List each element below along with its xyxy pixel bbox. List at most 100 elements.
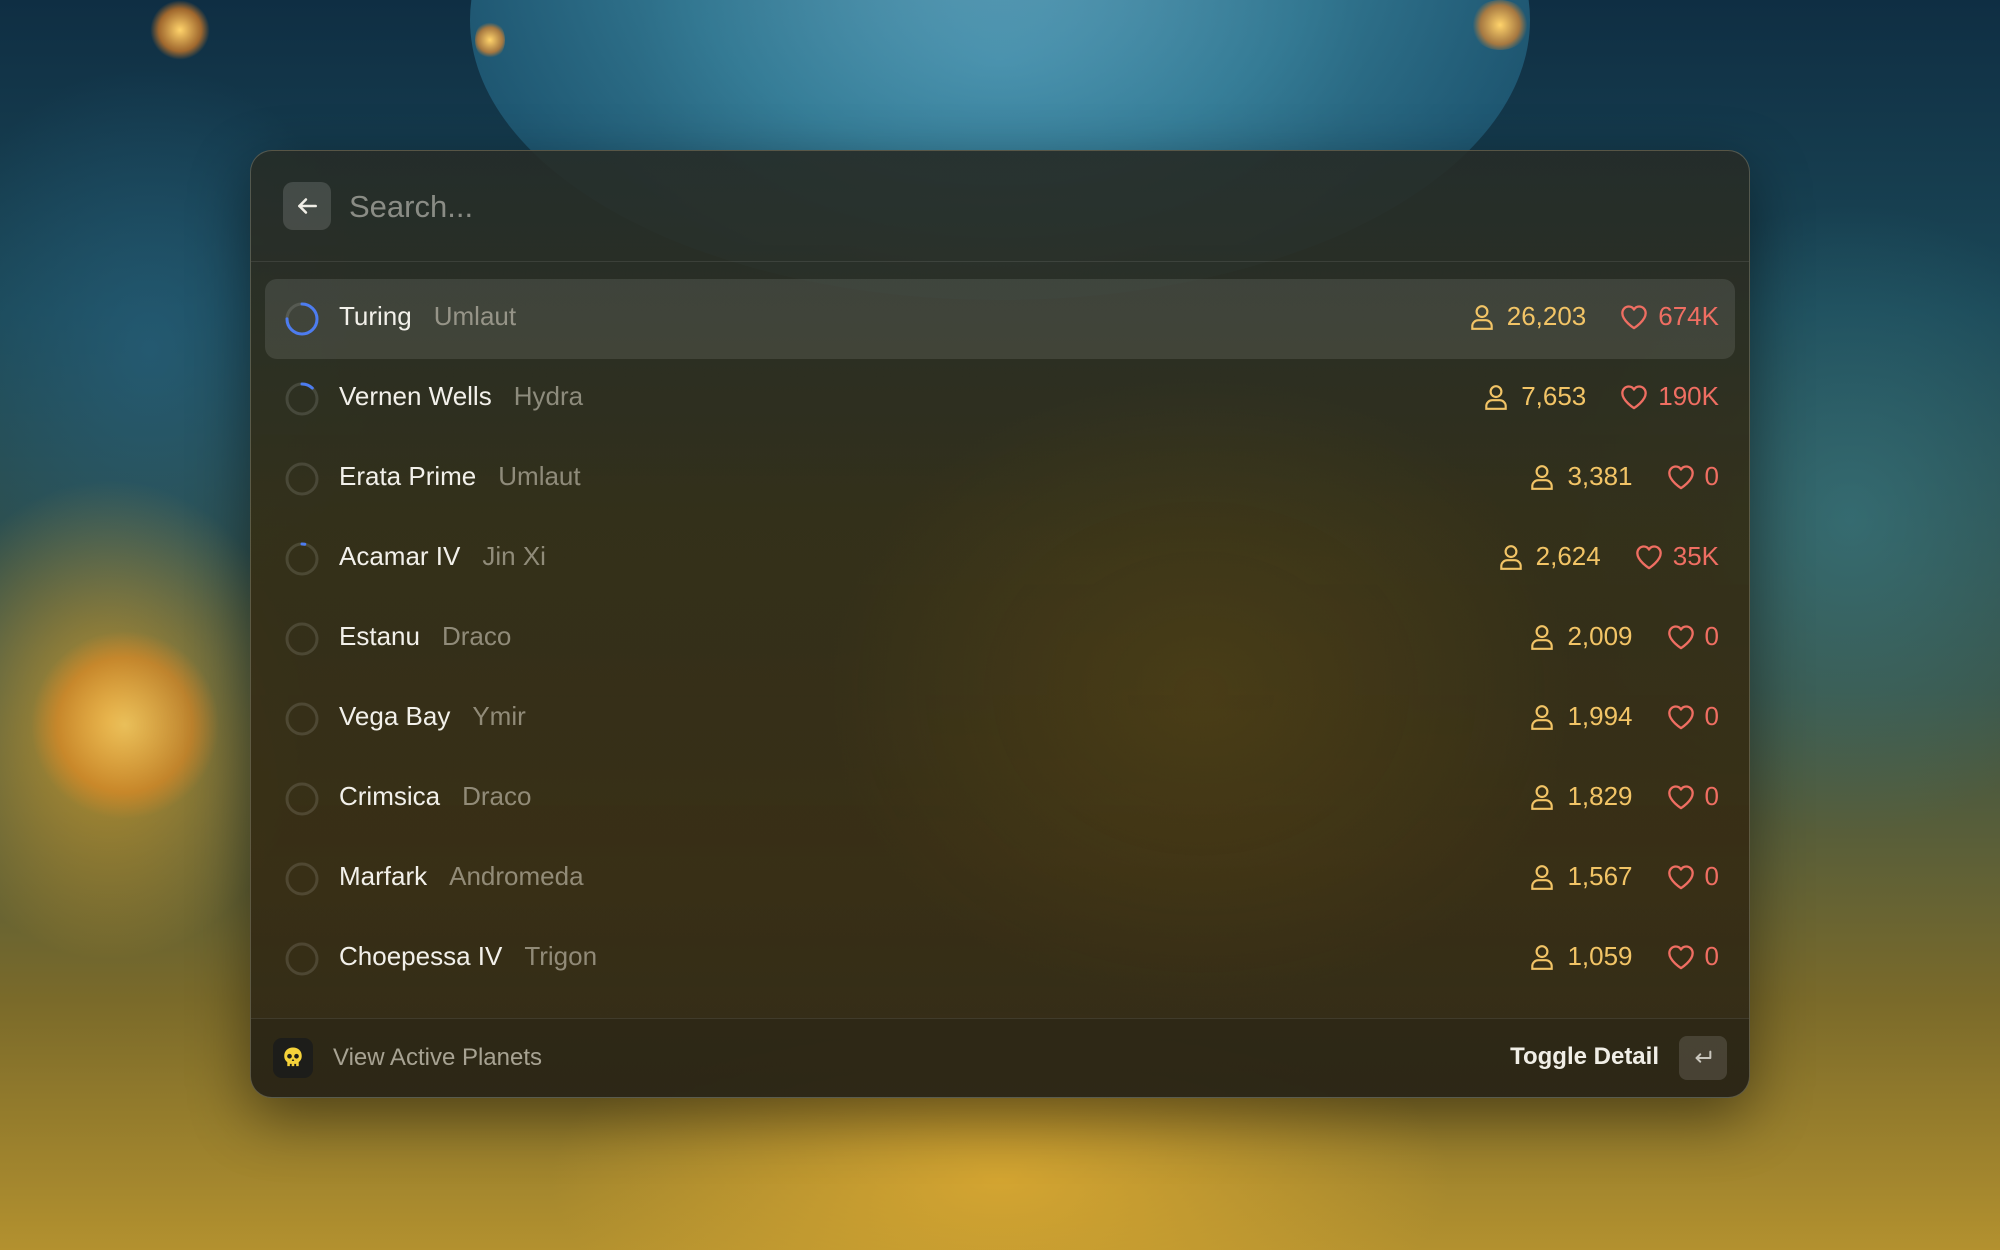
planet-stats: 26,203 674K [1469, 301, 1719, 332]
return-key-icon[interactable] [1679, 1036, 1727, 1080]
heart-icon [1667, 704, 1694, 729]
planet-sector: Jin Xi [482, 541, 546, 571]
heart-icon [1667, 784, 1694, 809]
planet-health: 0 [1667, 781, 1719, 812]
planet-health: 0 [1667, 941, 1719, 972]
planet-sector: Umlaut [433, 301, 517, 331]
background-ember [30, 630, 220, 820]
user-icon [1531, 464, 1554, 490]
user-icon [1531, 944, 1554, 970]
planet-row[interactable]: Marfark Andromeda 1,567 0 [265, 839, 1735, 919]
player-count-value: 2,009 [1567, 621, 1633, 651]
planet-row[interactable]: Turing Umlaut 26,203 674K [265, 279, 1735, 359]
planet-row[interactable]: Estanu Draco 2,009 0 [265, 599, 1735, 679]
planet-list: Turing Umlaut 26,203 674K Vernen Wells Hydra 7… [265, 279, 1735, 999]
planet-sector: Draco [462, 781, 532, 811]
planet-sector: Draco [441, 621, 512, 651]
liberation-progress-icon [285, 942, 319, 976]
user-icon [1531, 864, 1554, 890]
liberation-progress-icon [285, 782, 319, 816]
planet-name: Turing [339, 301, 412, 331]
planet-sector: Hydra [513, 381, 584, 411]
user-icon [1499, 544, 1522, 570]
player-count-value: 1,994 [1567, 701, 1633, 731]
planet-title: Acamar IV Jin Xi [339, 541, 546, 572]
planet-health: 0 [1667, 621, 1719, 652]
planet-row[interactable]: Vernen Wells Hydra 7,653 190K [265, 359, 1735, 439]
planet-name: Marfark [339, 861, 428, 891]
planet-stats: 7,653 190K [1483, 381, 1719, 412]
planet-health-value: 674K [1658, 301, 1719, 331]
player-count: 1,994 [1529, 701, 1633, 732]
player-count-value: 1,829 [1567, 781, 1633, 811]
back-button[interactable] [283, 182, 331, 230]
planet-title: Choepessa IV Trigon [339, 941, 597, 972]
planet-title: Erata Prime Umlaut [339, 461, 581, 492]
planet-sector: Ymir [472, 701, 526, 731]
user-icon [1470, 304, 1493, 330]
planet-sector: Trigon [524, 941, 598, 971]
player-count-value: 1,059 [1567, 941, 1633, 971]
search-input[interactable] [347, 181, 1651, 233]
player-count: 1,059 [1529, 941, 1633, 972]
player-count: 26,203 [1469, 301, 1587, 332]
planet-health: 0 [1667, 861, 1719, 892]
planet-stats: 1,567 0 [1529, 861, 1719, 892]
planet-row[interactable]: Acamar IV Jin Xi 2,624 35K [265, 519, 1735, 599]
planet-stats: 3,381 0 [1529, 461, 1719, 492]
player-count: 2,009 [1529, 621, 1633, 652]
command-title: View Active Planets [333, 1044, 543, 1071]
background-ember [150, 0, 210, 60]
planet-health: 0 [1667, 461, 1719, 492]
user-icon [1531, 784, 1554, 810]
heart-icon [1667, 944, 1694, 969]
planet-stats: 1,994 0 [1529, 701, 1719, 732]
heart-icon [1667, 464, 1694, 489]
player-count: 3,381 [1529, 461, 1633, 492]
planet-stats: 2,009 0 [1529, 621, 1719, 652]
planet-health-value: 0 [1704, 461, 1719, 491]
user-icon [1485, 384, 1507, 410]
user-icon [1531, 624, 1554, 650]
planet-name: Vernen Wells [339, 381, 492, 411]
heart-icon [1621, 384, 1648, 409]
planet-title: Marfark Andromeda [339, 861, 584, 892]
planet-stats: 1,829 0 [1529, 781, 1719, 812]
toggle-detail-action[interactable]: Toggle Detail [1510, 1043, 1659, 1071]
liberation-progress-icon [285, 462, 319, 496]
planet-row[interactable]: Crimsica Draco 1,829 0 [265, 759, 1735, 839]
planet-name: Vega Bay [339, 701, 451, 731]
planet-row[interactable]: Choepessa IV Trigon 1,059 0 [265, 919, 1735, 999]
planet-name: Estanu [339, 621, 420, 651]
heart-icon [1621, 304, 1648, 329]
user-icon [1531, 704, 1554, 730]
player-count-value: 26,203 [1506, 301, 1587, 331]
planet-row[interactable]: Vega Bay Ymir 1,994 0 [265, 679, 1735, 759]
search-bar [251, 151, 1749, 262]
planet-title: Turing Umlaut [339, 301, 516, 332]
player-count-value: 3,381 [1567, 461, 1633, 491]
planet-health: 35K [1635, 541, 1719, 572]
planet-name: Choepessa IV [339, 941, 503, 971]
liberation-progress-icon [285, 382, 319, 416]
planet-health-value: 190K [1658, 381, 1719, 411]
heart-icon [1667, 624, 1694, 649]
planet-health-value: 35K [1672, 541, 1719, 571]
heart-icon [1667, 864, 1694, 889]
planet-health-value: 0 [1704, 941, 1719, 971]
player-count: 2,624 [1498, 541, 1601, 572]
liberation-progress-icon [285, 302, 319, 336]
player-count-value: 2,624 [1535, 541, 1601, 571]
background-ember [1470, 0, 1530, 50]
planet-health: 0 [1667, 701, 1719, 732]
planet-row[interactable]: Erata Prime Umlaut 3,381 0 [265, 439, 1735, 519]
planet-stats: 2,624 35K [1498, 541, 1719, 572]
planet-health-value: 0 [1704, 781, 1719, 811]
player-count: 1,829 [1529, 781, 1633, 812]
planet-sector: Andromeda [449, 861, 584, 891]
command-palette-window: Turing Umlaut 26,203 674K Vernen Wells Hydra 7… [250, 150, 1750, 1098]
action-bar: View Active Planets Toggle Detail [251, 1018, 1749, 1097]
planet-health: 190K [1620, 381, 1719, 412]
liberation-progress-icon [285, 542, 319, 576]
player-count: 1,567 [1529, 861, 1633, 892]
